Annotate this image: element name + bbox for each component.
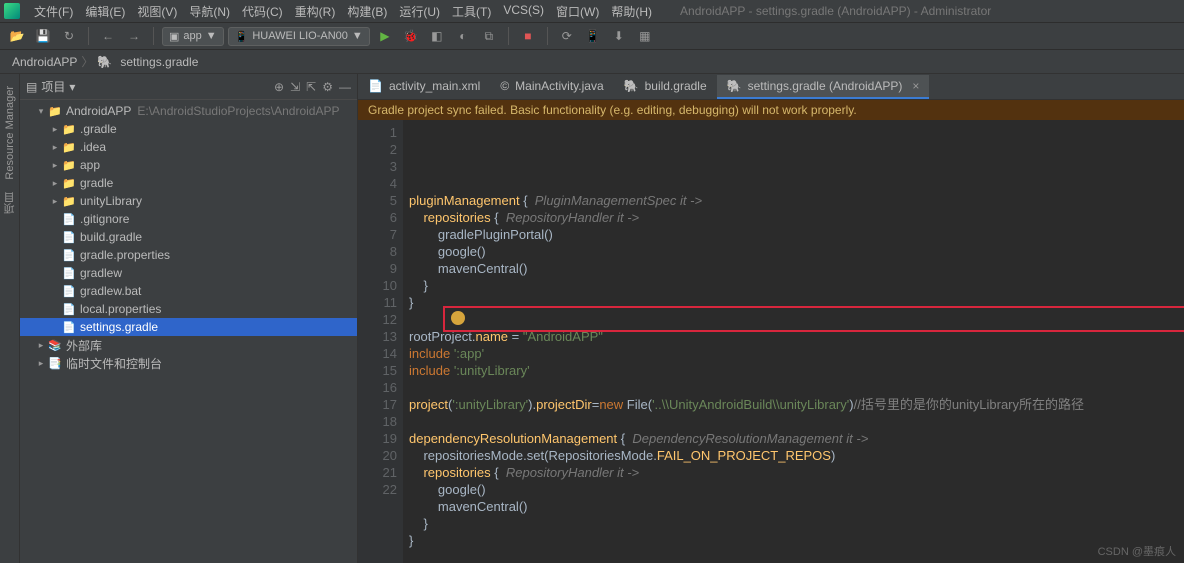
collapse-icon[interactable]: ⇲ xyxy=(290,80,300,94)
run-config-combo[interactable]: ▣ app ▼ xyxy=(162,27,224,46)
tree-row[interactable]: 📄gradlew.bat xyxy=(20,282,357,300)
watermark: CSDN @墨痕人 xyxy=(1098,543,1176,559)
editor-tab[interactable]: 🐘build.gradle xyxy=(614,75,717,99)
coverage-icon[interactable]: ◐ xyxy=(452,25,474,47)
app-logo-icon xyxy=(4,3,20,19)
editor-tab[interactable]: 📄activity_main.xml xyxy=(358,75,490,99)
stop-icon[interactable]: ■ xyxy=(517,25,539,47)
gradle-file-icon: 🐘 xyxy=(97,55,112,69)
tree-row[interactable]: ▾📁AndroidAPPE:\AndroidStudioProjects\And… xyxy=(20,102,357,120)
menu-item[interactable]: 窗口(W) xyxy=(550,3,605,20)
tree-row[interactable]: 📄gradle.properties xyxy=(20,246,357,264)
file-icon: © xyxy=(500,79,509,93)
project-header: ▤ 项目 ▾ ⊕ ⇲ ⇱ ⚙ — xyxy=(20,74,357,100)
file-icon: 🐘 xyxy=(624,79,639,93)
tree-row[interactable]: ▸📁.gradle xyxy=(20,120,357,138)
tree-row[interactable]: ▸📁gradle xyxy=(20,174,357,192)
crumb-file[interactable]: settings.gradle xyxy=(116,55,202,69)
code-editor[interactable]: 12345678910111213141516171819202122 plug… xyxy=(358,120,1184,563)
run-icon[interactable]: ▶ xyxy=(374,25,396,47)
editor-tabs: 📄activity_main.xml©MainActivity.java🐘bui… xyxy=(358,74,1184,100)
menu-item[interactable]: 工具(T) xyxy=(446,3,497,20)
menu-item[interactable]: 导航(N) xyxy=(183,3,236,20)
menu-item[interactable]: 重构(R) xyxy=(289,3,342,20)
hide-icon[interactable]: — xyxy=(339,80,351,94)
tree-row[interactable]: ▸📁unityLibrary xyxy=(20,192,357,210)
back-icon[interactable]: ← xyxy=(97,25,119,47)
menu-item[interactable]: 代码(C) xyxy=(236,3,289,20)
chevron-right-icon: 〉 xyxy=(81,53,93,70)
sync-icon[interactable]: ⟳ xyxy=(556,25,578,47)
menu-item[interactable]: VCS(S) xyxy=(497,3,550,20)
debug-icon[interactable]: 🐞 xyxy=(400,25,422,47)
menu-item[interactable]: 构建(B) xyxy=(341,3,393,20)
left-tool-strip: Resource Manager 项目 xyxy=(0,74,20,563)
editor-tab[interactable]: ©MainActivity.java xyxy=(490,75,613,99)
refresh-icon[interactable]: ↻ xyxy=(58,25,80,47)
project-sidebar: ▤ 项目 ▾ ⊕ ⇲ ⇱ ⚙ — ▾📁AndroidAPPE:\AndroidS… xyxy=(20,74,358,563)
close-icon[interactable]: × xyxy=(912,79,919,93)
expand-icon[interactable]: ⇱ xyxy=(306,80,316,94)
editor-area: 📄activity_main.xml©MainActivity.java🐘bui… xyxy=(358,74,1184,563)
tree-row[interactable]: 📄settings.gradle xyxy=(20,318,357,336)
editor-tab[interactable]: 🐘settings.gradle (AndroidAPP)× xyxy=(717,75,930,99)
target-icon[interactable]: ⊕ xyxy=(274,80,284,94)
avd-icon[interactable]: 📱 xyxy=(582,25,604,47)
sync-warning-banner: Gradle project sync failed. Basic functi… xyxy=(358,100,1184,120)
menu-items-container: 文件(F)编辑(E)视图(V)导航(N)代码(C)重构(R)构建(B)运行(U)… xyxy=(28,3,658,20)
settings-icon[interactable]: ⚙ xyxy=(322,80,333,94)
crumb-root[interactable]: AndroidAPP xyxy=(8,55,81,69)
tree-row[interactable]: ▸📚外部库 xyxy=(20,336,357,354)
project-tab[interactable]: 项目 xyxy=(2,192,18,214)
menu-item[interactable]: 编辑(E) xyxy=(79,3,131,20)
tree-row[interactable]: ▸📁.idea xyxy=(20,138,357,156)
layout-icon[interactable]: ▦ xyxy=(634,25,656,47)
tree-row[interactable]: 📄local.properties xyxy=(20,300,357,318)
tree-row[interactable]: 📄gradlew xyxy=(20,264,357,282)
menu-item[interactable]: 视图(V) xyxy=(131,3,183,20)
menu-item[interactable]: 运行(U) xyxy=(393,3,446,20)
tree-row[interactable]: 📄.gitignore xyxy=(20,210,357,228)
device-combo[interactable]: 📱 HUAWEI LIO-AN00 ▼ xyxy=(228,27,370,46)
menubar: 文件(F)编辑(E)视图(V)导航(N)代码(C)重构(R)构建(B)运行(U)… xyxy=(0,0,1184,22)
save-icon[interactable]: 💾 xyxy=(32,25,54,47)
main-split: Resource Manager 项目 ▤ 项目 ▾ ⊕ ⇲ ⇱ ⚙ — ▾📁A… xyxy=(0,74,1184,563)
dropdown-icon[interactable]: ▾ xyxy=(69,80,75,94)
profile-icon[interactable]: ◧ xyxy=(426,25,448,47)
window-title: AndroidAPP - settings.gradle (AndroidAPP… xyxy=(680,4,991,18)
code-content[interactable]: pluginManagement { PluginManagementSpec … xyxy=(403,120,1084,563)
intention-bulb-icon[interactable] xyxy=(451,311,465,325)
sdk-icon[interactable]: ⬇ xyxy=(608,25,630,47)
file-icon: 🐘 xyxy=(727,79,742,93)
forward-icon[interactable]: → xyxy=(123,25,145,47)
tree-row[interactable]: ▸📑临时文件和控制台 xyxy=(20,354,357,372)
project-icon: ▤ xyxy=(26,80,37,94)
resource-manager-tab[interactable]: Resource Manager xyxy=(4,86,16,180)
open-icon[interactable]: 📂 xyxy=(6,25,28,47)
line-gutter: 12345678910111213141516171819202122 xyxy=(358,120,403,563)
breadcrumb: AndroidAPP 〉 🐘 settings.gradle xyxy=(0,50,1184,74)
tree-row[interactable]: ▸📁app xyxy=(20,156,357,174)
toolbar: 📂 💾 ↻ ← → ▣ app ▼ 📱 HUAWEI LIO-AN00 ▼ ▶ … xyxy=(0,22,1184,50)
menu-item[interactable]: 帮助(H) xyxy=(605,3,658,20)
file-icon: 📄 xyxy=(368,79,383,93)
project-label: 项目 xyxy=(41,78,65,95)
menu-item[interactable]: 文件(F) xyxy=(28,3,79,20)
tree-row[interactable]: 📄build.gradle xyxy=(20,228,357,246)
project-tree[interactable]: ▾📁AndroidAPPE:\AndroidStudioProjects\And… xyxy=(20,100,357,563)
attach-icon[interactable]: ⧉ xyxy=(478,25,500,47)
